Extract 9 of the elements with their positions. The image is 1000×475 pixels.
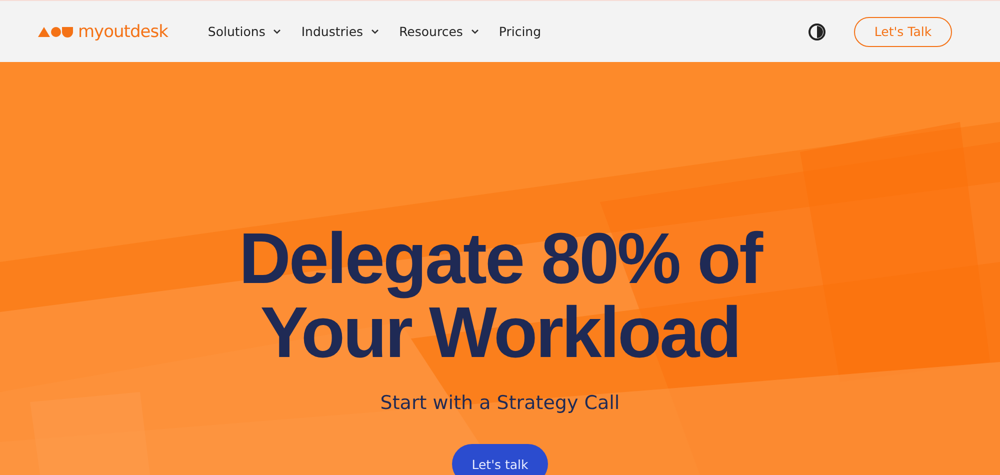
nav-link[interactable]: Pricing [498, 24, 542, 39]
nav-link[interactable]: Solutions [208, 24, 282, 39]
hero-subheadline: Start with a Strategy Call [380, 392, 620, 414]
lets-talk-button[interactable]: Let's talk [452, 444, 548, 475]
hero-headline: Delegate 80% of Your Workload [238, 222, 762, 370]
logo-icon [38, 26, 74, 38]
nav-link[interactable]: Industries [301, 24, 380, 39]
nav-link[interactable]: Resources [399, 24, 479, 39]
contrast-icon[interactable] [808, 22, 826, 40]
